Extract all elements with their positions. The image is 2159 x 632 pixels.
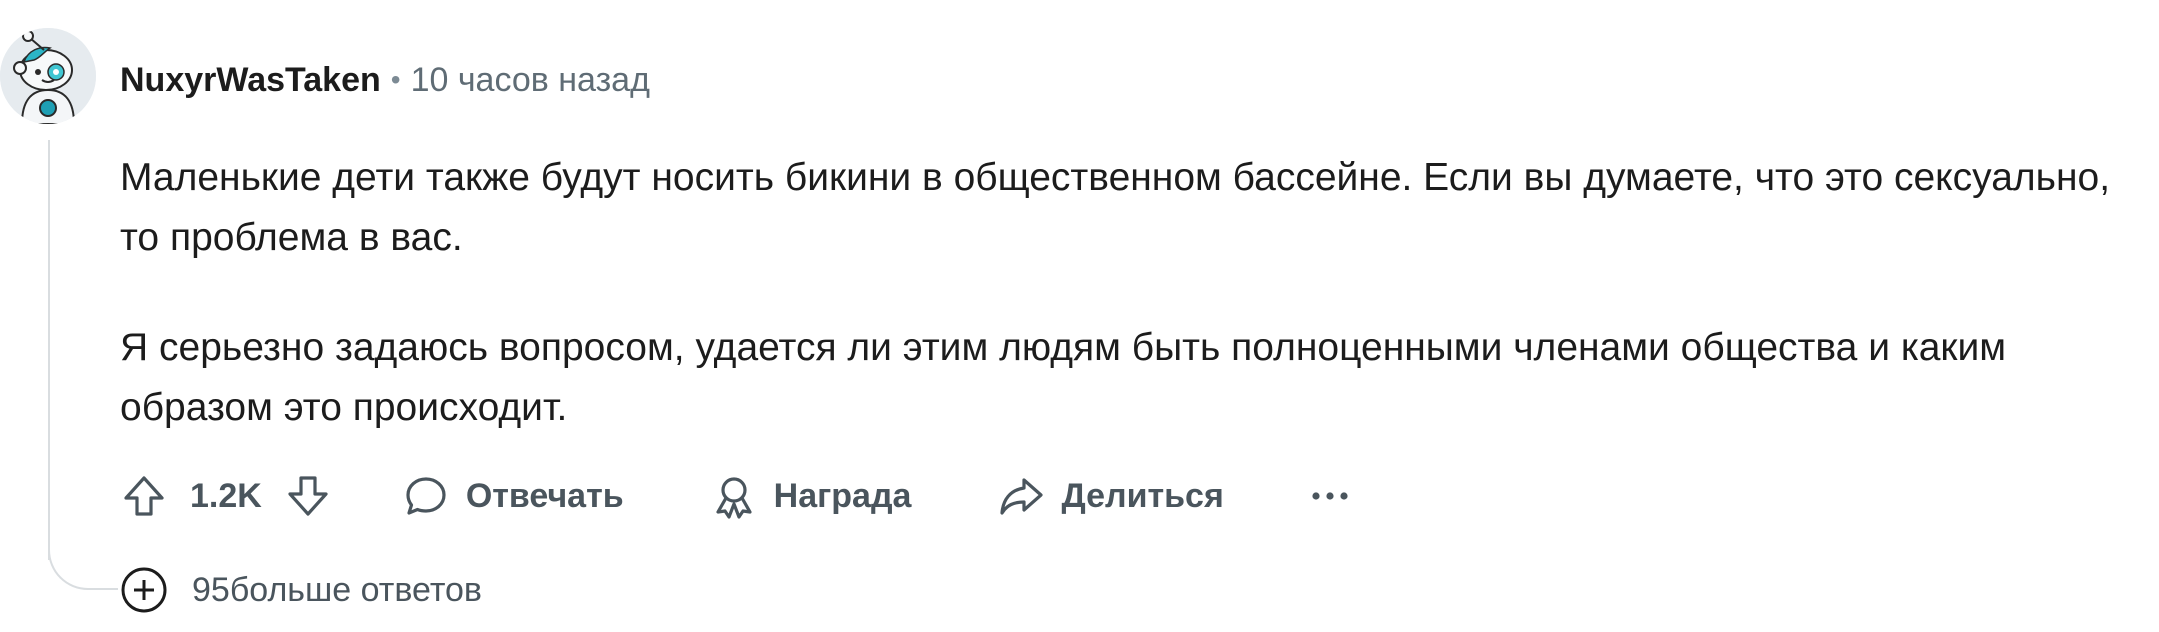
comment-timestamp[interactable]: 10 часов назад <box>411 61 650 100</box>
vote-score: 1.2K <box>190 476 262 515</box>
comment-actions: 1.2K Отвечать Награда Делиться <box>120 466 1350 526</box>
upvote-arrow-icon[interactable] <box>120 472 168 520</box>
award-button[interactable]: Награда <box>710 472 912 520</box>
comment-meta: NuxyrWasTaken • 10 часов назад <box>120 56 650 104</box>
thread-connector <box>48 520 118 590</box>
comment: NuxyrWasTaken • 10 часов назад Маленькие… <box>0 0 2159 632</box>
reply-label: Отвечать <box>465 476 624 515</box>
share-arrow-icon <box>997 472 1045 520</box>
speech-bubble-icon <box>402 472 450 520</box>
comment-body: Маленькие дети также будут носить бикини… <box>120 148 2150 488</box>
more-options-button[interactable] <box>1310 472 1350 520</box>
reply-button[interactable]: Отвечать <box>402 472 624 520</box>
more-replies-button[interactable]: 95больше ответов <box>120 564 482 616</box>
award-icon <box>710 472 758 520</box>
snoo-avatar-icon <box>0 28 96 124</box>
plus-circle-icon <box>120 566 168 614</box>
share-button[interactable]: Делиться <box>997 472 1224 520</box>
share-label: Делиться <box>1061 476 1224 515</box>
meta-separator: • <box>390 64 401 95</box>
award-label: Награда <box>773 476 912 515</box>
thread-line[interactable] <box>48 140 50 560</box>
downvote-arrow-icon[interactable] <box>284 472 332 520</box>
comment-paragraph: Маленькие дети также будут носить бикини… <box>120 156 2111 259</box>
avatar[interactable] <box>0 28 96 124</box>
comment-paragraph: Я серьезно задаюсь вопросом, удается ли … <box>120 326 2007 429</box>
more-replies-label: 95больше ответов <box>192 570 482 609</box>
author-name[interactable]: NuxyrWasTaken <box>120 61 381 100</box>
ellipsis-icon <box>1312 492 1348 500</box>
vote-group: 1.2K <box>120 472 332 520</box>
